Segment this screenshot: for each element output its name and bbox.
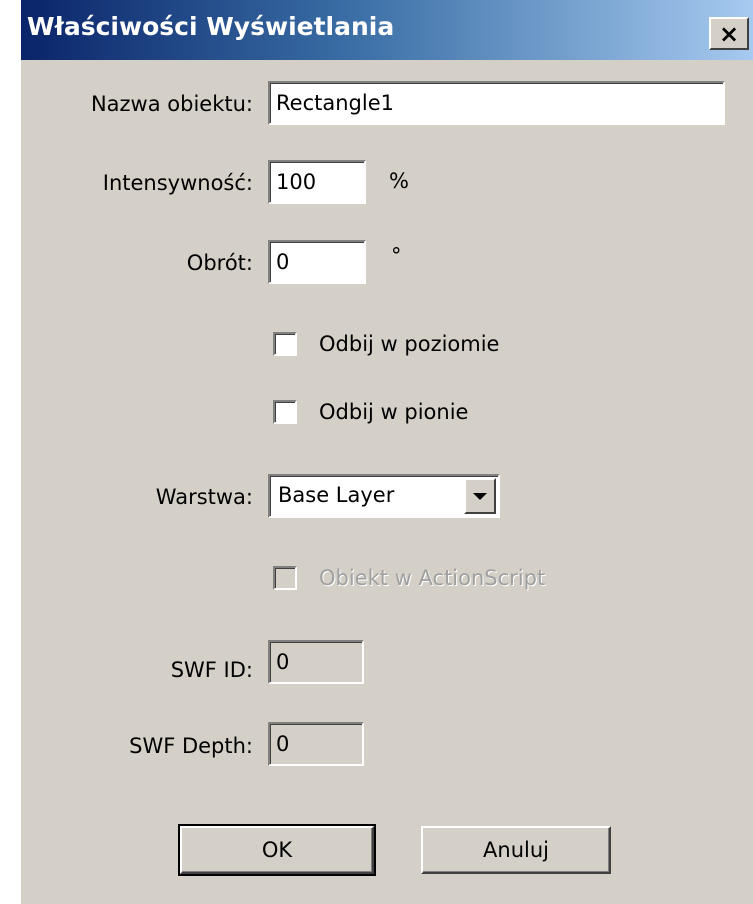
title-bar[interactable]: Właściwości Wyświetlania × xyxy=(21,0,753,60)
display-properties-dialog: Właściwości Wyświetlania × Nazwa obiektu… xyxy=(21,0,753,904)
actionscript-checkbox xyxy=(273,566,297,590)
flip-horizontal-row[interactable]: Odbij w poziomie xyxy=(273,332,499,356)
rotation-unit: ° xyxy=(391,244,402,268)
window-title: Właściwości Wyświetlania xyxy=(27,12,395,41)
flip-vertical-label[interactable]: Odbij w pionie xyxy=(319,400,468,424)
flip-vertical-row[interactable]: Odbij w pionie xyxy=(273,400,468,424)
swf-depth-label: SWF Depth: xyxy=(129,734,253,758)
flip-horizontal-checkbox[interactable] xyxy=(273,332,297,356)
intensity-input[interactable] xyxy=(268,160,366,204)
intensity-label: Intensywność: xyxy=(102,171,253,195)
flip-horizontal-label[interactable]: Odbij w poziomie xyxy=(319,332,499,356)
actionscript-label: Obiekt w ActionScript xyxy=(319,566,546,590)
close-icon: × xyxy=(718,19,740,48)
cancel-button[interactable]: Anuluj xyxy=(421,826,611,874)
object-name-label: Nazwa obiektu: xyxy=(90,92,253,116)
layer-label: Warstwa: xyxy=(155,485,253,509)
ok-button[interactable]: OK xyxy=(178,824,376,876)
intensity-unit: % xyxy=(389,169,409,193)
swf-depth-input xyxy=(268,722,364,766)
swf-id-label: SWF ID: xyxy=(170,658,253,682)
close-button[interactable]: × xyxy=(709,17,749,50)
rotation-input[interactable] xyxy=(268,240,366,284)
layer-selected-value: Base Layer xyxy=(278,483,395,507)
rotation-label: Obrót: xyxy=(186,251,253,275)
chevron-down-icon[interactable] xyxy=(464,478,496,514)
actionscript-row: Obiekt w ActionScript xyxy=(273,566,545,590)
layer-select[interactable]: Base Layer xyxy=(268,474,500,518)
flip-vertical-checkbox[interactable] xyxy=(273,400,297,424)
swf-id-input xyxy=(268,640,364,684)
object-name-input[interactable] xyxy=(268,81,725,125)
